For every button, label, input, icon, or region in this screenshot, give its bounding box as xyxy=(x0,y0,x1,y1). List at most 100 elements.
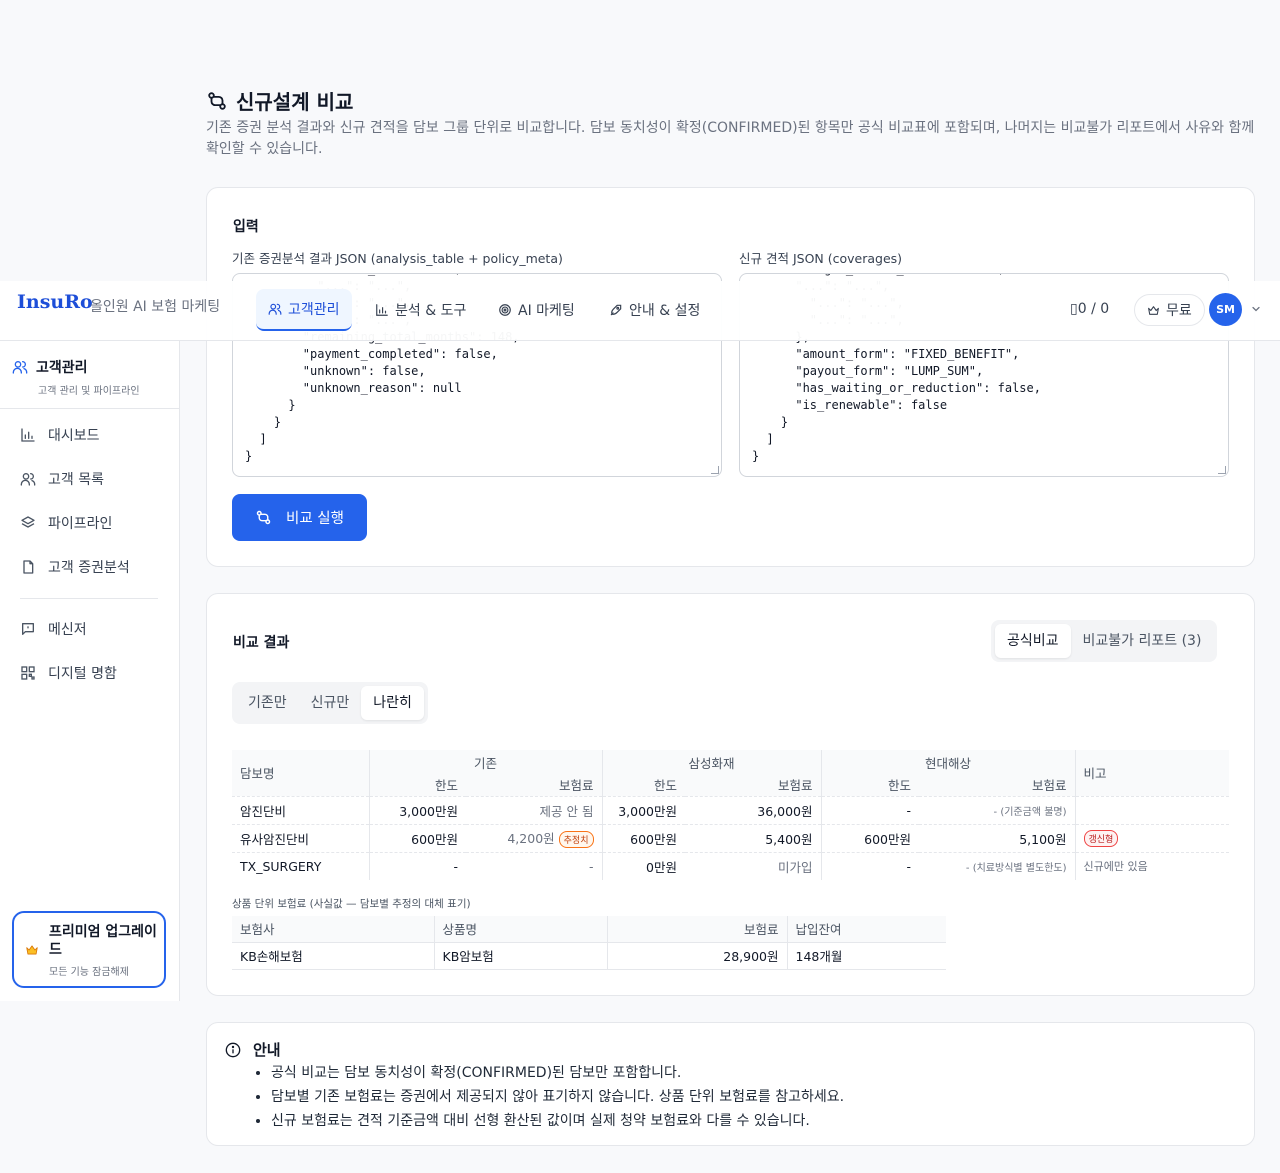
samsung-premium: 36,000원 xyxy=(685,795,821,824)
credit-value: 0 / 0 xyxy=(1077,301,1110,317)
remaining-months: 148개월 xyxy=(786,941,946,970)
logo[interactable]: InsuRo xyxy=(17,291,93,313)
hyundai-premium: - (기준금액 불명) xyxy=(919,795,1075,824)
tab-incomparable-report[interactable]: 비교불가 리포트 (3) xyxy=(1071,624,1214,658)
sidebar-item-dashboard[interactable]: 대시보드 xyxy=(20,425,100,445)
col-group-existing: 기존 xyxy=(368,750,602,774)
row-note xyxy=(1074,795,1229,824)
samsung-premium: 미가입 xyxy=(685,851,821,880)
premium-subtitle: 모든 기능 잠금해제 xyxy=(49,967,129,978)
sidebar-item-policy-analysis[interactable]: 고객 증권분석 xyxy=(20,557,130,577)
info-card: 안내 공식 비교는 담보 동치성이 확정(CONFIRMED)된 담보만 포함합… xyxy=(206,1022,1255,1146)
divider xyxy=(0,408,179,409)
bar-chart-icon xyxy=(21,428,35,442)
input-heading: 입력 xyxy=(233,219,259,235)
nav-tab-label: 고객관리 xyxy=(288,302,340,318)
tab-existing-only[interactable]: 기존만 xyxy=(236,686,299,720)
existing-limit: - xyxy=(368,851,466,880)
samsung-limit: 3,000만원 xyxy=(601,795,685,824)
message-icon xyxy=(22,623,34,635)
view-tabs: 기존만 신규만 나란히 xyxy=(232,682,428,724)
sidebar-item-label: 고객 목록 xyxy=(48,472,104,488)
samsung-premium: 5,400원 xyxy=(685,823,821,852)
info-item: 공식 비교는 담보 동치성이 확정(CONFIRMED)된 담보만 포함합니다. xyxy=(271,1061,844,1085)
sidebar-title-text: 고객관리 xyxy=(36,360,88,376)
hyundai-premium: - (치료방식별 별도한도) xyxy=(919,851,1075,880)
coverage-name: 암진단비 xyxy=(232,795,369,824)
sidebar-item-pipeline[interactable]: 파이프라인 xyxy=(20,513,112,533)
crown-icon xyxy=(1148,305,1159,315)
nav-tab-guide-settings[interactable]: 안내 & 설정 xyxy=(597,289,712,331)
sidebar-item-customers[interactable]: 고객 목록 xyxy=(20,469,104,489)
sidebar-title: 고객관리 xyxy=(12,357,88,377)
existing-premium: - xyxy=(466,851,602,880)
estimate-badge: 추정치 xyxy=(558,831,594,848)
product-table: 보험사 상품명 보험료 납입잔여 KB손해보험 KB암보험 28,900원 14… xyxy=(232,916,946,970)
sidebar-item-label: 파이프라인 xyxy=(48,516,113,532)
page-title: 신규설계 비교 xyxy=(206,86,353,115)
nav-tab-label: 안내 & 설정 xyxy=(629,303,701,319)
qr-icon xyxy=(21,666,35,680)
avatar[interactable]: SM xyxy=(1209,293,1242,326)
col-coverage-name: 담보명 xyxy=(232,750,369,796)
row-note: 갱신형 xyxy=(1074,823,1229,852)
tab-side-by-side[interactable]: 나란히 xyxy=(361,686,424,720)
premium-title: 프리미엄 업그레이드 xyxy=(49,924,157,958)
resize-handle[interactable] xyxy=(1218,466,1226,474)
hyundai-limit: - xyxy=(820,851,919,880)
existing-limit: 600만원 xyxy=(368,823,466,852)
sidebar-item-messenger[interactable]: 메신저 xyxy=(20,619,87,639)
page-description: 기존 증권 분석 결과와 신규 견적을 담보 그룹 단위로 비교합니다. 담보 … xyxy=(206,120,1255,157)
col-remaining: 납입잔여 xyxy=(786,916,946,942)
hyundai-limit: - xyxy=(820,795,919,824)
sidebar-item-digital-card[interactable]: 디지털 명함 xyxy=(20,663,117,683)
existing-limit: 3,000만원 xyxy=(368,795,466,824)
existing-json-label: 기존 증권분석 결과 JSON (analysis_table + policy… xyxy=(232,251,563,266)
compare-icon xyxy=(208,91,226,110)
tab-official-compare[interactable]: 공식비교 xyxy=(995,624,1071,658)
product-premium: 28,900원 xyxy=(606,941,787,970)
sidebar-item-label: 메신저 xyxy=(48,622,87,638)
coverage-name: TX_SURGERY xyxy=(232,851,369,880)
comparison-table: 담보명 기존 삼성화재 현대해상 비고 한도 보험료 한도 보험료 한도 보험료 xyxy=(232,750,1229,880)
hyundai-premium: 5,100원 xyxy=(919,823,1075,852)
col-note: 비고 xyxy=(1074,750,1229,796)
layers-icon xyxy=(21,516,35,528)
chevron-down-icon[interactable] xyxy=(1250,303,1262,315)
sidebar-item-label: 고객 증권분석 xyxy=(48,560,130,576)
rocket-icon xyxy=(610,304,622,316)
col-insurer: 보험사 xyxy=(232,916,434,942)
tab-new-only[interactable]: 신규만 xyxy=(299,686,362,720)
sidebar-subtitle: 고객 관리 및 파이프라인 xyxy=(38,386,140,397)
logo-subtitle: 올인원 AI 보험 마케팅 xyxy=(90,299,221,315)
nav-tab-analysis[interactable]: 분석 & 도구 xyxy=(363,289,478,331)
file-icon xyxy=(23,560,34,574)
page-title-text: 신규설계 비교 xyxy=(236,90,354,114)
nav-tab-ai-marketing[interactable]: AI 마케팅 xyxy=(486,289,587,331)
col-product-premium: 보험료 xyxy=(606,916,787,942)
table-row: TX_SURGERY - - 0만원 미가입 - - (치료방식별 별도한도) … xyxy=(232,851,1229,880)
info-item: 담보별 기존 보험료는 증권에서 제공되지 않아 표기하지 않습니다. 상품 단… xyxy=(271,1085,844,1109)
table-row: 암진단비 3,000만원 제공 안 됨 3,000만원 36,000원 - - … xyxy=(232,795,1229,824)
nav-tab-customer[interactable]: 고객관리 xyxy=(256,289,352,331)
credit-icon: ▯ xyxy=(1070,301,1078,317)
users-icon xyxy=(268,303,282,315)
run-compare-button[interactable]: 비교 실행 xyxy=(232,494,367,541)
existing-premium: 4,200원 xyxy=(507,831,555,846)
mode-tabs: 공식비교 비교불가 리포트 (3) xyxy=(991,620,1218,662)
premium-upgrade-button[interactable]: 프리미엄 업그레이드 모든 기능 잠금해제 xyxy=(12,911,166,988)
info-title: 안내 xyxy=(225,1039,281,1060)
users-icon xyxy=(20,473,36,486)
bar-chart-icon xyxy=(376,304,388,316)
plan-badge[interactable]: 무료 xyxy=(1134,294,1205,326)
result-heading: 비교 결과 xyxy=(233,635,290,651)
info-item: 신규 보험료는 견적 기준금액 대비 선형 환산된 값이며 실제 청약 보험료와… xyxy=(271,1109,844,1133)
col-limit: 한도 xyxy=(820,774,919,796)
product-caption: 상품 단위 보험료 (사실값 — 담보별 추정의 대체 표기) xyxy=(232,898,471,910)
info-list: 공식 비교는 담보 동치성이 확정(CONFIRMED)된 담보만 포함합니다.… xyxy=(271,1061,844,1133)
resize-handle[interactable] xyxy=(711,466,719,474)
crown-icon xyxy=(26,945,38,955)
nav-tab-label: 분석 & 도구 xyxy=(395,303,467,319)
table-row: KB손해보험 KB암보험 28,900원 148개월 xyxy=(232,941,946,970)
samsung-limit: 0만원 xyxy=(601,851,685,880)
